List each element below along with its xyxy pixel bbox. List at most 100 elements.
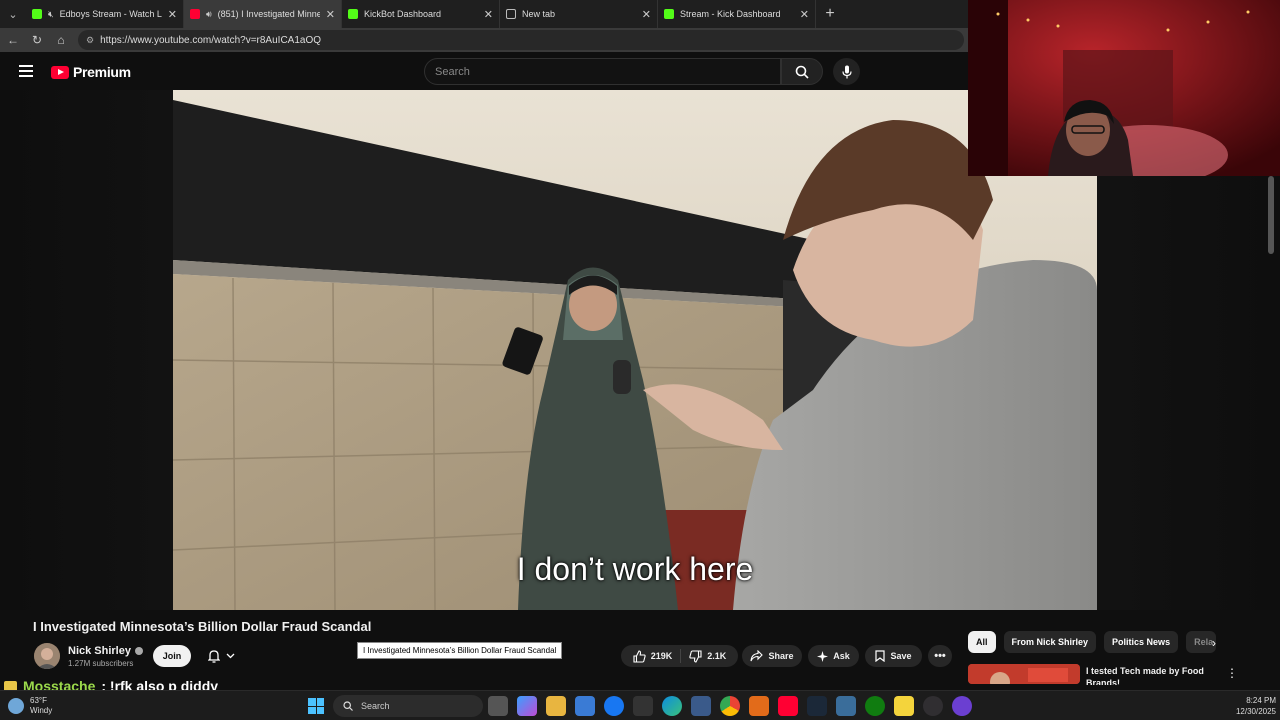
notification-bell-button[interactable] — [199, 645, 243, 667]
chrome-icon[interactable] — [720, 696, 740, 716]
browser-tab[interactable]: 🔇︎ Edboys Stream - Watch Live o ✕ — [26, 0, 184, 28]
share-icon — [750, 650, 764, 662]
microphone-icon — [841, 65, 852, 78]
chip-politics-news[interactable]: Politics News — [1104, 631, 1179, 653]
channel-name[interactable]: Nick Shirley — [68, 645, 143, 657]
thumbnail-image — [968, 664, 1080, 684]
dislike-button[interactable]: 2.1K — [681, 649, 734, 663]
thumbs-up-icon — [633, 649, 646, 663]
store-icon[interactable] — [575, 696, 595, 716]
back-arrow-icon[interactable]: ← — [6, 33, 20, 47]
url-text: https://www.youtube.com/watch?v=r8AuICA1… — [100, 34, 322, 46]
kick-favicon-icon — [32, 9, 42, 19]
chip-all[interactable]: All — [968, 631, 996, 653]
youtube-play-icon — [51, 65, 69, 79]
chevron-down-icon — [226, 653, 234, 659]
windows-taskbar: 63°F Windy Search 8:24 PM 12/30/2025 — [0, 690, 1280, 720]
steam-icon[interactable] — [807, 696, 827, 716]
youtube-app-icon[interactable] — [778, 696, 798, 716]
tab-close-icon[interactable]: ✕ — [642, 8, 651, 21]
weather-desc: Windy — [30, 706, 53, 715]
browser-tab[interactable]: Stream - Kick Dashboard ✕ — [658, 0, 816, 28]
tab-title: New tab — [522, 9, 556, 19]
channel-avatar[interactable] — [34, 643, 60, 669]
tab-close-icon[interactable]: ✕ — [484, 8, 493, 21]
webcam-frame — [968, 0, 1280, 176]
vlc-icon[interactable] — [749, 696, 769, 716]
clock-date: 12/30/2025 — [1235, 707, 1276, 716]
tab-title: Stream - Kick Dashboard — [680, 9, 781, 19]
weather-temp: 63°F — [30, 696, 47, 705]
video-player[interactable]: I don’t work here — [173, 90, 1097, 610]
video-frame — [173, 90, 1097, 610]
save-label: Save — [890, 651, 912, 661]
site-info-icon[interactable]: ⚙ — [86, 35, 94, 46]
weather-widget[interactable]: 63°F Windy — [8, 696, 52, 716]
ask-label: Ask — [833, 651, 850, 661]
edge-icon[interactable] — [662, 696, 682, 716]
app-icon[interactable] — [836, 696, 856, 716]
tab-close-icon[interactable]: ✕ — [326, 8, 335, 21]
subscriber-count: 1.27M subscribers — [68, 659, 134, 668]
chip-from-channel[interactable]: From Nick Shirley — [1003, 631, 1097, 653]
browser-tab-active[interactable]: 🔊︎ (851) I Investigated Minneso ✕ — [184, 0, 342, 28]
search-button[interactable] — [781, 58, 823, 85]
like-button[interactable]: 219K — [625, 649, 682, 663]
speaker-icon[interactable]: 🔊︎ — [206, 9, 212, 20]
tab-close-icon[interactable]: ✕ — [800, 8, 809, 21]
calculator-icon[interactable] — [691, 696, 711, 716]
youtube-favicon-icon — [190, 9, 200, 19]
browser-tab[interactable]: KickBot Dashboard ✕ — [342, 0, 500, 28]
file-explorer-icon[interactable] — [546, 696, 566, 716]
muted-icon[interactable]: 🔇︎ — [48, 9, 54, 20]
more-horizontal-icon: ••• — [934, 650, 946, 662]
more-actions-button[interactable]: ••• — [928, 645, 952, 667]
search-input[interactable]: Search — [424, 58, 781, 85]
amazon-icon[interactable] — [633, 696, 653, 716]
youtube-premium-logo[interactable]: Premium — [51, 64, 131, 80]
address-toolbar: ← ↻ ⌂ ⚙ https://www.youtube.com/watch?v=… — [0, 28, 968, 52]
video-caption: I don’t work here — [516, 551, 754, 587]
new-tab-favicon-icon — [506, 9, 516, 19]
tab-title: Edboys Stream - Watch Live o — [59, 9, 162, 19]
ask-button[interactable]: Ask — [808, 645, 859, 667]
task-view-icon[interactable] — [488, 696, 508, 716]
tab-title: KickBot Dashboard — [364, 9, 442, 19]
like-count: 219K — [650, 651, 673, 661]
facebook-icon[interactable] — [604, 696, 624, 716]
tab-close-icon[interactable]: ✕ — [168, 8, 177, 21]
windows-start-icon[interactable] — [308, 698, 324, 714]
share-label: Share — [768, 651, 794, 661]
thumbs-down-icon — [689, 649, 702, 663]
page-scrollbar[interactable] — [1268, 176, 1274, 254]
tab-title: (851) I Investigated Minneso — [217, 9, 320, 19]
copilot-icon[interactable] — [517, 696, 537, 716]
avatar-image — [34, 643, 60, 669]
share-button[interactable]: Share — [742, 645, 802, 667]
xbox-icon[interactable] — [865, 696, 885, 716]
sticky-notes-icon[interactable] — [894, 696, 914, 716]
recommended-video-title[interactable]: I tested Tech made by Food Brands! — [1086, 665, 1216, 685]
taskbar-search[interactable]: Search — [333, 695, 483, 717]
more-vertical-icon[interactable]: ⋮ — [1226, 666, 1238, 680]
search-icon — [795, 65, 809, 79]
sparkle-icon — [817, 650, 829, 662]
chevron-right-icon[interactable]: › — [1212, 636, 1216, 650]
browser-tab[interactable]: New tab ✕ — [500, 0, 658, 28]
recommended-thumbnail[interactable] — [968, 664, 1080, 684]
url-bar[interactable]: ⚙ https://www.youtube.com/watch?v=r8AuIC… — [78, 30, 964, 50]
tab-search-chevron-icon[interactable]: ⌄ — [0, 0, 26, 28]
voice-search-button[interactable] — [833, 58, 860, 85]
system-clock[interactable]: 8:24 PM 12/30/2025 — [1224, 695, 1276, 717]
join-button[interactable]: Join — [153, 645, 191, 667]
bell-icon — [207, 650, 220, 663]
new-tab-plus-icon[interactable]: + — [816, 5, 844, 23]
reload-icon[interactable]: ↻ — [30, 33, 44, 47]
home-icon[interactable]: ⌂ — [54, 33, 68, 47]
obs-icon[interactable] — [923, 696, 943, 716]
save-button[interactable]: Save — [865, 645, 922, 667]
weather-text: 63°F Windy — [30, 696, 52, 716]
recorder-icon[interactable] — [952, 696, 972, 716]
menu-icon[interactable] — [19, 65, 33, 77]
search-placeholder: Search — [435, 65, 470, 78]
